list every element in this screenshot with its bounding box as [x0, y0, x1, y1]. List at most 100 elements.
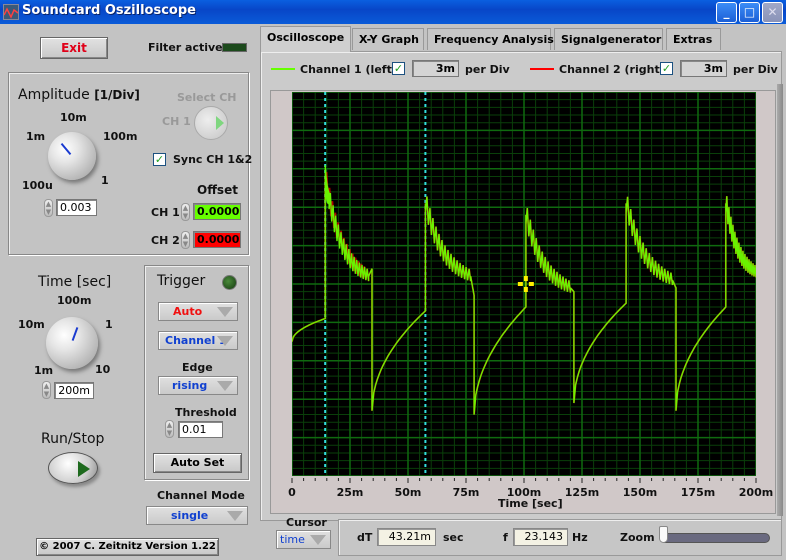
- amplitude-input[interactable]: 0.003: [56, 199, 97, 216]
- edge-value: rising: [172, 379, 208, 392]
- offset-ch2-label: CH 2: [151, 234, 180, 247]
- tab-extras[interactable]: Extras: [666, 28, 721, 50]
- ch1-legend-line: [271, 68, 295, 70]
- amplitude-spinner[interactable]: ▲ ▼: [44, 199, 53, 217]
- x-tick-label: 50m: [395, 486, 422, 499]
- channel-mode-value: single: [171, 509, 209, 522]
- ch2-label: Channel 2 (right): [559, 63, 665, 76]
- chevron-down-icon: [227, 511, 243, 521]
- trigger-mode-value: Auto: [173, 305, 203, 318]
- offset-ch2-spinner[interactable]: ▲ ▼: [181, 231, 190, 249]
- x-tick-label: 200m: [739, 486, 773, 499]
- tab-xy-graph[interactable]: X-Y Graph: [352, 28, 424, 50]
- f-unit: Hz: [572, 531, 588, 544]
- filter-active-label: Filter active: [148, 41, 223, 54]
- tab-signalgenerator[interactable]: Signalgenerator: [554, 28, 663, 50]
- copyright-label: © 2007 C. Zeitnitz Version 1.22: [36, 538, 219, 556]
- crosshair-marker-left: [517, 282, 523, 286]
- edge-dropdown[interactable]: rising: [158, 376, 238, 395]
- chevron-down-icon: [217, 307, 233, 317]
- x-tick-label: 125m: [565, 486, 599, 499]
- trigger-mode-dropdown[interactable]: Auto: [158, 302, 238, 321]
- offset-ch2-input[interactable]: 0.0000: [193, 231, 241, 248]
- check-icon: ✓: [154, 153, 165, 166]
- time-title: Time [sec]: [38, 274, 112, 290]
- select-ch-value: CH 1: [162, 115, 191, 128]
- ch2-legend-line: [530, 68, 554, 70]
- crosshair-marker-top: [523, 276, 528, 281]
- time-tick-1: 1: [105, 318, 113, 331]
- time-input[interactable]: 200m: [54, 382, 94, 399]
- cursor-mode-value: time: [280, 533, 305, 546]
- amp-tick-1m: 1m: [26, 130, 46, 143]
- ch1-per-div-input[interactable]: 3m: [412, 60, 459, 77]
- graph-scrollbar[interactable]: [777, 84, 783, 516]
- offset-ch1-label: CH 1: [151, 206, 180, 219]
- time-spinner[interactable]: ▲ ▼: [42, 381, 51, 399]
- tab-oscilloscope[interactable]: Oscilloscope: [260, 26, 351, 52]
- minimize-button[interactable]: _: [716, 2, 737, 23]
- time-tick-10m: 10m: [18, 318, 45, 331]
- time-tick-100m: 100m: [57, 294, 92, 307]
- amp-tick-10m: 10m: [60, 111, 87, 124]
- ch1-per-div-label: per Div: [465, 63, 510, 76]
- dt-unit: sec: [443, 531, 464, 544]
- ch1-label: Channel 1 (left): [300, 63, 397, 76]
- zoom-label: Zoom: [620, 531, 655, 544]
- select-ch-indicator-icon: [216, 116, 224, 130]
- amp-tick-1: 1: [101, 174, 109, 187]
- tab-frequency-analysis[interactable]: Frequency Analysis: [427, 28, 554, 50]
- dt-label: dT: [357, 531, 373, 544]
- chevron-down-icon: [217, 381, 233, 391]
- time-tick-10: 10: [95, 363, 111, 376]
- offset-ch1-input[interactable]: 0.0000: [193, 203, 241, 220]
- amplitude-knob-pointer: [60, 142, 72, 156]
- channel-mode-label: Channel Mode: [157, 489, 245, 502]
- amplitude-title: Amplitude [1/Div]: [18, 87, 140, 103]
- offset-ch1-spinner[interactable]: ▲ ▼: [181, 203, 190, 221]
- zoom-slider-thumb[interactable]: [659, 526, 668, 543]
- channel-mode-dropdown[interactable]: single: [146, 506, 248, 525]
- dt-value: 43.21m: [377, 528, 436, 546]
- ch2-per-div-input[interactable]: 3m: [680, 60, 727, 77]
- x-tick-label: 175m: [681, 486, 715, 499]
- auto-set-button[interactable]: Auto Set: [153, 453, 242, 473]
- offset-title: Offset: [197, 183, 238, 197]
- x-tick-label: 150m: [623, 486, 657, 499]
- amp-tick-100m: 100m: [103, 130, 138, 143]
- time-tick-1m: 1m: [34, 364, 54, 377]
- chevron-down-icon: [217, 336, 233, 346]
- maximize-icon: □: [743, 5, 756, 19]
- run-stop-button[interactable]: [48, 452, 98, 484]
- amp-tick-100u: 100u: [22, 179, 53, 192]
- threshold-input[interactable]: 0.01: [178, 421, 223, 438]
- sync-checkbox[interactable]: ✓: [153, 153, 166, 166]
- ch2-per-div-label: per Div: [733, 63, 778, 76]
- maximize-button[interactable]: □: [739, 2, 760, 23]
- ch1-checkbox[interactable]: ✓: [392, 62, 405, 75]
- x-tick-label: 0: [288, 486, 296, 499]
- crosshair-marker-bottom: [523, 287, 528, 292]
- ch2-checkbox[interactable]: ✓: [660, 62, 673, 75]
- trigger-title: Trigger: [157, 273, 206, 289]
- scope-plot-area[interactable]: [292, 92, 756, 476]
- zoom-slider-track[interactable]: [660, 533, 770, 543]
- close-icon: ✕: [767, 5, 778, 19]
- trigger-channel-dropdown[interactable]: Channel 1: [158, 331, 238, 350]
- chevron-down-icon: [310, 535, 326, 545]
- exit-button[interactable]: Exit: [40, 37, 108, 59]
- select-ch-label: Select CH: [177, 91, 237, 104]
- time-knob[interactable]: [46, 317, 98, 369]
- crosshair-marker-right: [528, 282, 534, 286]
- minimize-icon: _: [723, 5, 730, 19]
- close-button[interactable]: ✕: [762, 2, 783, 23]
- amplitude-knob[interactable]: [48, 132, 96, 180]
- check-icon: ✓: [393, 62, 404, 75]
- window-title: Soundcard Oszilloscope: [22, 3, 196, 18]
- edge-label: Edge: [182, 361, 213, 374]
- select-ch-knob[interactable]: [194, 106, 228, 140]
- f-label: f: [503, 531, 508, 544]
- threshold-spinner[interactable]: ▲ ▼: [165, 420, 174, 438]
- x-tick-label: 25m: [337, 486, 364, 499]
- cursor-mode-dropdown[interactable]: time: [276, 530, 331, 549]
